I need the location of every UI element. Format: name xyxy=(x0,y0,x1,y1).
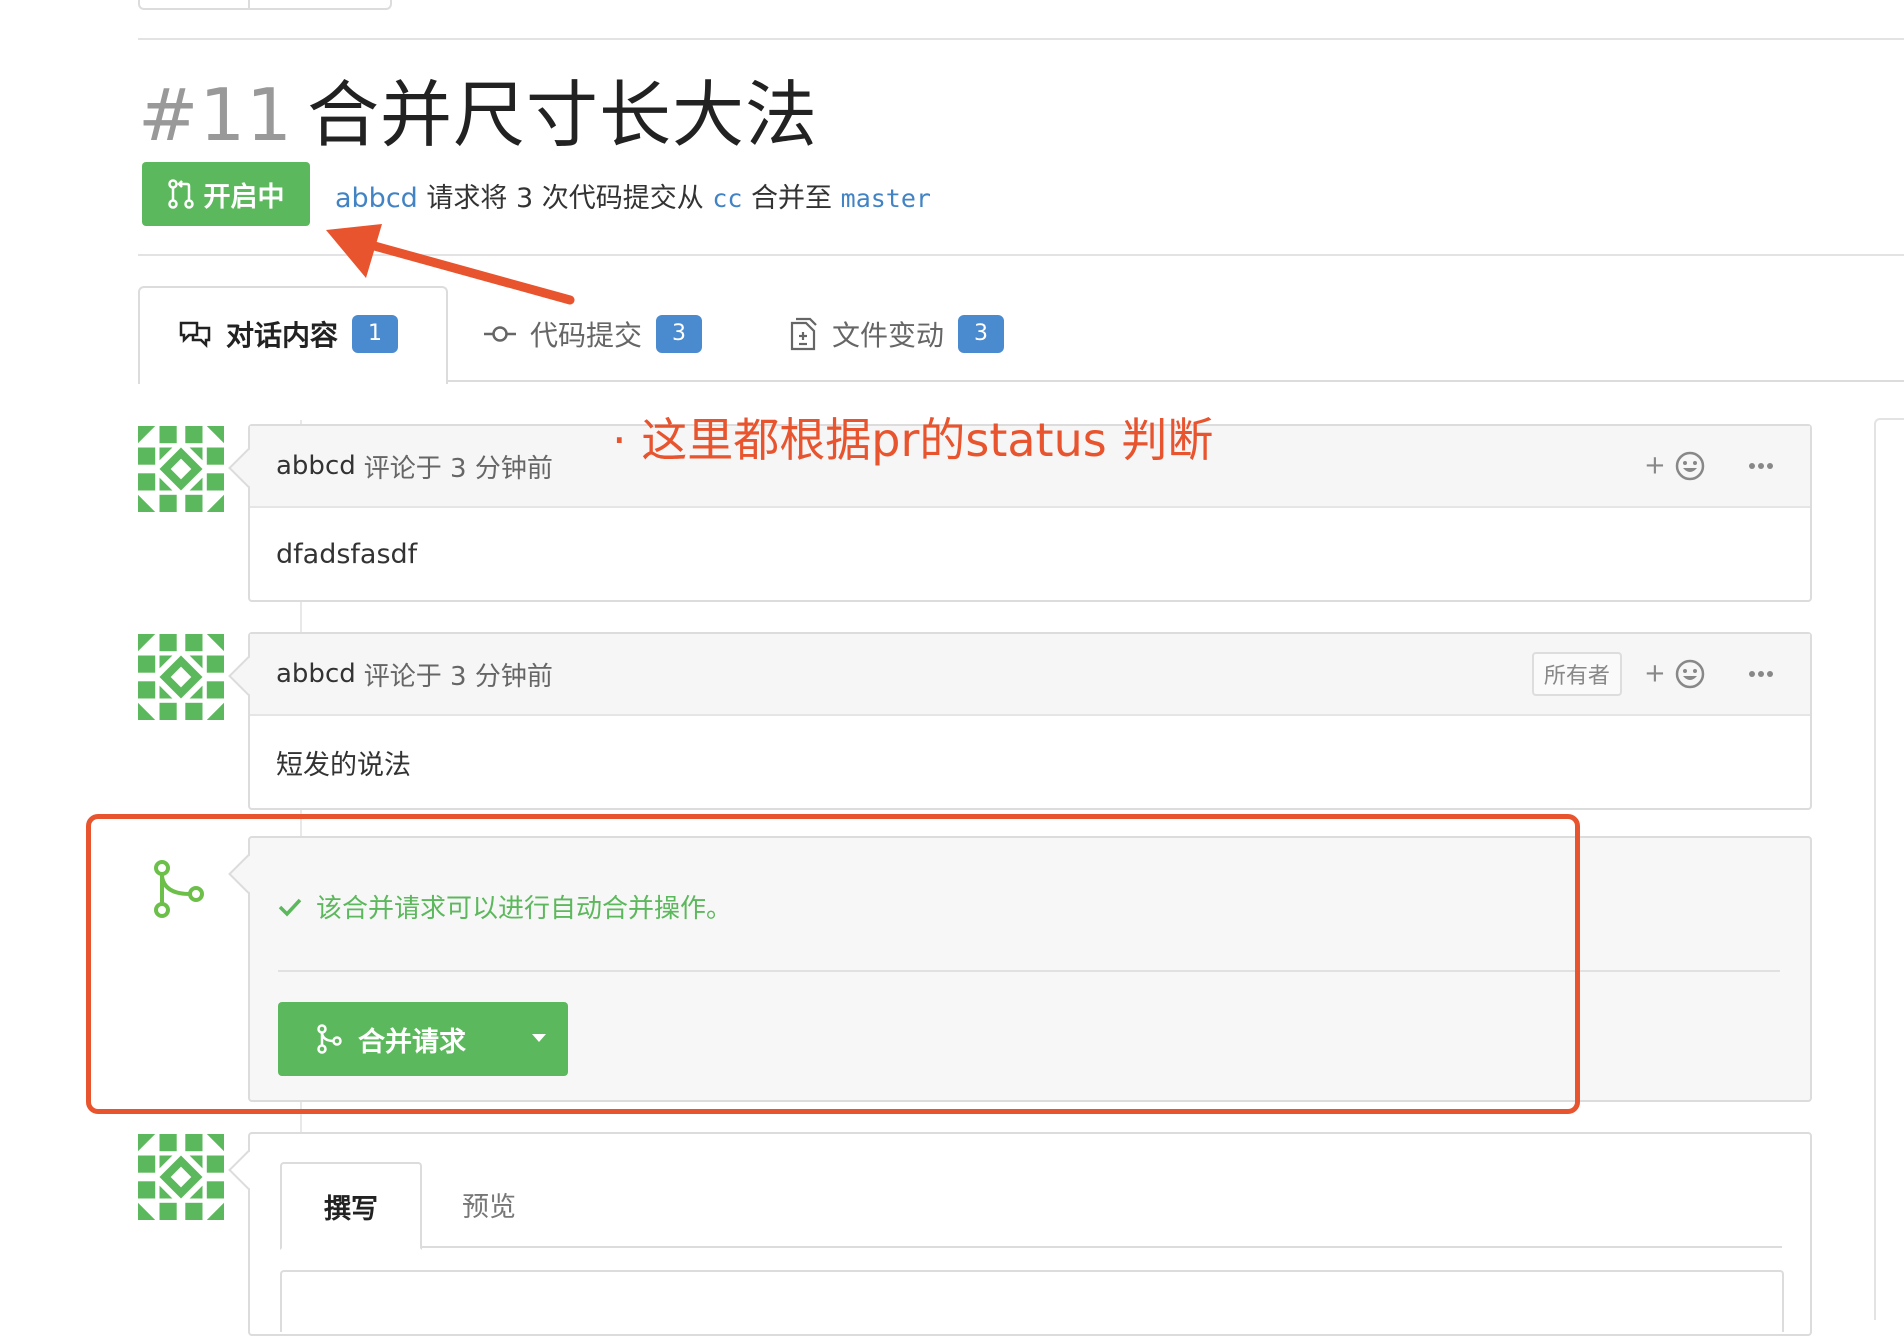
add-reaction-button[interactable]: + xyxy=(1644,658,1706,690)
git-commit-icon xyxy=(484,326,516,342)
tab-label: 代码提交 xyxy=(530,319,643,352)
comment-body: 短发的说法 xyxy=(276,749,411,781)
pr-state-label: 开启中 xyxy=(203,181,285,213)
editor-tabs-divider xyxy=(280,1246,1782,1248)
avatar[interactable] xyxy=(138,1134,224,1220)
tab-commits[interactable]: 代码提交 3 xyxy=(484,314,703,354)
smiley-icon xyxy=(1675,659,1705,689)
pull-request-icon xyxy=(167,179,194,209)
comment-discussion-icon xyxy=(179,321,211,349)
tab-count: 3 xyxy=(656,315,703,353)
plus-label: + xyxy=(1643,450,1666,481)
header-divider xyxy=(138,38,1904,40)
tab-count: 3 xyxy=(958,315,1005,353)
add-reaction-button[interactable]: + xyxy=(1644,450,1706,482)
comment-card: abbcd 评论于 3 分钟前 所有者 + 短发的说法 xyxy=(228,632,1812,810)
more-options-icon[interactable] xyxy=(1748,670,1774,678)
to-branch[interactable]: master xyxy=(841,184,931,213)
button-separator xyxy=(248,0,250,8)
comment-author[interactable]: abbcd xyxy=(276,659,356,689)
pr-state-badge: 开启中 xyxy=(142,162,310,226)
tab-label: 对话内容 xyxy=(226,319,339,352)
pr-title: 合并尺寸长大法 xyxy=(306,73,818,157)
editor-pointer xyxy=(228,1150,268,1190)
tab-label: 文件变动 xyxy=(832,319,945,352)
comment-header: abbcd 评论于 3 分钟前 所有者 + xyxy=(250,634,1810,716)
owner-badge: 所有者 xyxy=(1531,652,1622,696)
comment-actions: + xyxy=(1644,426,1774,506)
top-button-group[interactable] xyxy=(138,0,392,10)
comment-editor: 撰写 预览 xyxy=(228,1132,1812,1336)
tab-count: 1 xyxy=(352,315,399,353)
comment-meta: 评论于 3 分钟前 xyxy=(363,661,553,692)
tab-conversation-label[interactable]: 对话内容 1 xyxy=(178,314,399,354)
more-options-icon[interactable] xyxy=(1748,462,1774,470)
comment-author[interactable]: abbcd xyxy=(276,451,356,481)
avatar[interactable] xyxy=(138,426,224,512)
comment-actions: 所有者 + xyxy=(1531,634,1774,714)
comment-body: dfadsfasdf xyxy=(276,538,418,570)
pr-merge-text: 合并至 xyxy=(751,183,833,214)
pr-meta: abbcd 请求将 3 次代码提交从 cc 合并至 master xyxy=(335,176,931,215)
page-title: #11 合并尺寸长大法 xyxy=(138,70,818,160)
avatar[interactable] xyxy=(138,634,224,720)
annotation-note: · 这里都根据pr的status 判断 xyxy=(612,413,1214,467)
sidebar xyxy=(1874,418,1904,1320)
tab-preview[interactable]: 预览 xyxy=(462,1162,516,1246)
from-branch[interactable]: cc xyxy=(712,184,742,213)
file-diff-icon xyxy=(790,317,817,351)
editor-toolbar xyxy=(280,1270,1784,1332)
pr-meta-text: 请求将 3 次代码提交从 xyxy=(426,183,704,214)
plus-label: + xyxy=(1643,658,1666,689)
pr-author-link[interactable]: abbcd xyxy=(335,183,418,214)
smiley-icon xyxy=(1675,451,1705,481)
tab-write[interactable]: 撰写 xyxy=(280,1162,422,1250)
comment-meta: 评论于 3 分钟前 xyxy=(363,453,553,484)
pr-number: #11 xyxy=(138,73,293,157)
tab-files-changed[interactable]: 文件变动 3 xyxy=(790,314,1005,354)
annotation-frame xyxy=(86,814,1580,1114)
